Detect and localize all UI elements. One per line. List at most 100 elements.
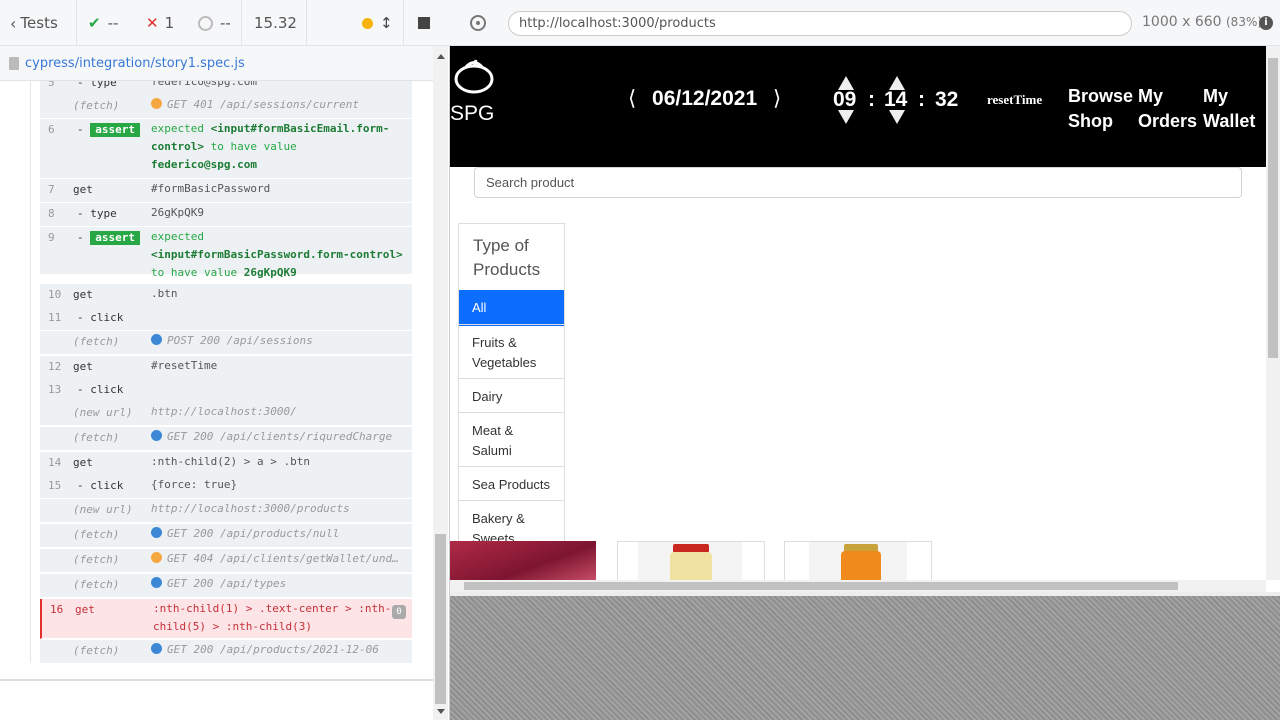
command-name: - type	[77, 81, 117, 89]
status-dot-icon	[151, 552, 162, 563]
command-row[interactable]: 12 get #resetTime	[40, 356, 412, 380]
command-message-text: {force: true}	[151, 478, 238, 491]
command-number: 16	[50, 603, 64, 616]
command-number: 5	[48, 81, 55, 89]
reporter-scrollbar[interactable]	[433, 46, 448, 720]
assert-dash: -	[77, 231, 91, 244]
command-number: 14	[48, 456, 62, 469]
command-event-row[interactable]: (fetch) GET 401 /api/sessions/current	[40, 95, 412, 119]
spec-file-bar[interactable]: cypress/integration/story1.spec.js	[0, 46, 440, 81]
aut-url-field[interactable]: http://localhost:3000/products	[508, 11, 1132, 36]
command-name: get	[73, 360, 93, 373]
command-row[interactable]: 15 - click {force: true}	[40, 475, 412, 499]
tests-button[interactable]: ‹ Tests	[10, 0, 58, 46]
command-message-text: 26gKpQK9	[151, 206, 204, 219]
tomato-logo-icon[interactable]	[454, 58, 494, 94]
stop-button[interactable]	[418, 0, 430, 46]
command-row[interactable]: 9 - assert expected <input#formBasicPasswo…	[40, 227, 412, 279]
duration: 15.32	[254, 14, 297, 32]
scrollbar-thumb[interactable]	[464, 582, 1178, 590]
viewport-size: 1000 x 660 (83%)	[1142, 14, 1263, 30]
command-message: federico@spg.com	[151, 81, 406, 91]
command-message: GET 200 /api/products/2021-12-06	[151, 641, 406, 659]
next-date-icon[interactable]: ⟩	[773, 87, 781, 110]
command-name: (fetch)	[73, 528, 120, 541]
nav-browse-shop[interactable]: Browse Shop	[1068, 84, 1133, 134]
product-card[interactable]	[784, 541, 932, 581]
assert-part: federico@spg.com	[151, 158, 257, 171]
scroll-up-icon[interactable]	[437, 54, 445, 59]
nav-my-wallet[interactable]: My Wallet	[1203, 84, 1263, 134]
command-message-text: GET 200 /api/types	[167, 577, 287, 590]
minutes: 14	[884, 88, 908, 111]
scrollbar-thumb[interactable]	[1268, 58, 1278, 358]
info-icon[interactable]: i	[1259, 16, 1273, 30]
command-row[interactable]: 13 - click	[40, 379, 412, 403]
reporter-stats-bar: ‹ Tests ✔ -- ✕ 1 -- 15.32 ↕	[0, 0, 450, 46]
command-message-text: federico@spg.com	[151, 81, 257, 88]
aut-horizontal-scrollbar[interactable]	[450, 580, 1266, 592]
status-dot-icon	[151, 577, 162, 588]
command-event-row[interactable]: (fetch) GET 404 /api/clients/getWallet/un…	[40, 549, 412, 573]
stop-icon	[418, 17, 430, 29]
prev-date-icon[interactable]: ⟨	[628, 87, 636, 110]
command-event-row[interactable]: (fetch) GET 200 /api/types	[40, 574, 412, 598]
reset-time-button[interactable]: resetTime	[987, 92, 1042, 108]
x-icon: ✕	[146, 14, 159, 32]
command-name: (fetch)	[73, 99, 120, 112]
command-event-row[interactable]: (fetch) GET 200 /api/products/2021-12-06	[40, 640, 412, 663]
passed-count: ✔ --	[88, 14, 119, 32]
product-card-image[interactable]	[450, 541, 596, 581]
command-number: 13	[48, 383, 62, 396]
type-item[interactable]: All	[459, 290, 564, 326]
command-name: - click	[77, 383, 124, 396]
command-row[interactable]: 11 - click	[40, 307, 412, 331]
command-name: (new url)	[73, 406, 133, 419]
aut-vertical-scrollbar[interactable]	[1266, 46, 1280, 580]
command-row[interactable]: 8 - type 26gKpQK9	[40, 203, 412, 227]
command-number: 10	[48, 288, 62, 301]
command-row[interactable]: 14 get:nth-child(2) > a > .btn	[40, 452, 412, 476]
command-number: 9	[48, 231, 55, 244]
command-event-row[interactable]: (new url) http://localhost:3000/products	[40, 499, 412, 523]
app-navbar: SPG ⟨ 06/12/2021 ⟩ 09 : 14 : 32 resetTim…	[450, 46, 1266, 167]
scrollbar-thumb[interactable]	[435, 534, 446, 704]
command-name: get	[73, 456, 93, 469]
scroll-down-icon[interactable]	[437, 709, 445, 714]
command-row[interactable]: 6 - assert expected <input#formBasicEmail.…	[40, 119, 412, 179]
assert-label: assert	[90, 231, 140, 245]
command-message-text: GET 200 /api/clients/riquredCharge	[167, 430, 393, 443]
brand-name[interactable]: SPG	[450, 102, 494, 126]
type-item[interactable]: Meat & Salumi	[459, 412, 564, 469]
command-number: 7	[48, 183, 55, 196]
spec-path[interactable]: cypress/integration/story1.spec.js	[25, 56, 245, 71]
command-row[interactable]: 16 get:nth-child(1) > .text-center > :nth…	[40, 599, 412, 639]
aut-frame: SPG ⟨ 06/12/2021 ⟩ 09 : 14 : 32 resetTim…	[450, 46, 1280, 592]
pending-circle-icon	[198, 15, 213, 31]
hours-down-icon[interactable]	[838, 110, 854, 124]
product-card[interactable]	[617, 541, 765, 581]
assert-label: assert	[90, 123, 140, 137]
minutes-down-icon[interactable]	[889, 110, 905, 124]
seconds: 32	[935, 88, 959, 111]
command-message-text: GET 200 /api/products/2021-12-06	[167, 643, 379, 656]
assert-part: to have value	[151, 266, 238, 279]
nav-my-orders[interactable]: My Orders	[1138, 84, 1198, 134]
search-product-input[interactable]: Search product	[474, 167, 1242, 198]
autoscroll-toggle-icon[interactable]: ↕	[380, 0, 393, 46]
command-row[interactable]: 7 get #formBasicPassword	[40, 179, 412, 203]
command-row[interactable]: 10 get .btn	[40, 284, 412, 308]
type-item[interactable]: Sea Products	[459, 466, 564, 503]
command-event-row[interactable]: (new url) http://localhost:3000/	[40, 402, 412, 426]
type-item[interactable]: Fruits & Vegetables	[459, 324, 564, 381]
command-message: POST 200 /api/sessions	[151, 332, 406, 350]
command-name: - click	[77, 311, 124, 324]
command-event-row[interactable]: (fetch) GET 200 /api/clients/riquredCharg…	[40, 427, 412, 451]
failed-count: ✕ 1	[146, 14, 175, 32]
command-row[interactable]: 5 - type federico@spg.com	[40, 81, 412, 96]
command-event-row[interactable]: (fetch) GET 200 /api/products/null	[40, 524, 412, 548]
command-event-row[interactable]: (fetch) POST 200 /api/sessions	[40, 331, 412, 355]
assert-part: expected	[151, 230, 204, 243]
type-item[interactable]: Dairy	[459, 378, 564, 415]
selector-playground-icon[interactable]	[470, 15, 486, 31]
